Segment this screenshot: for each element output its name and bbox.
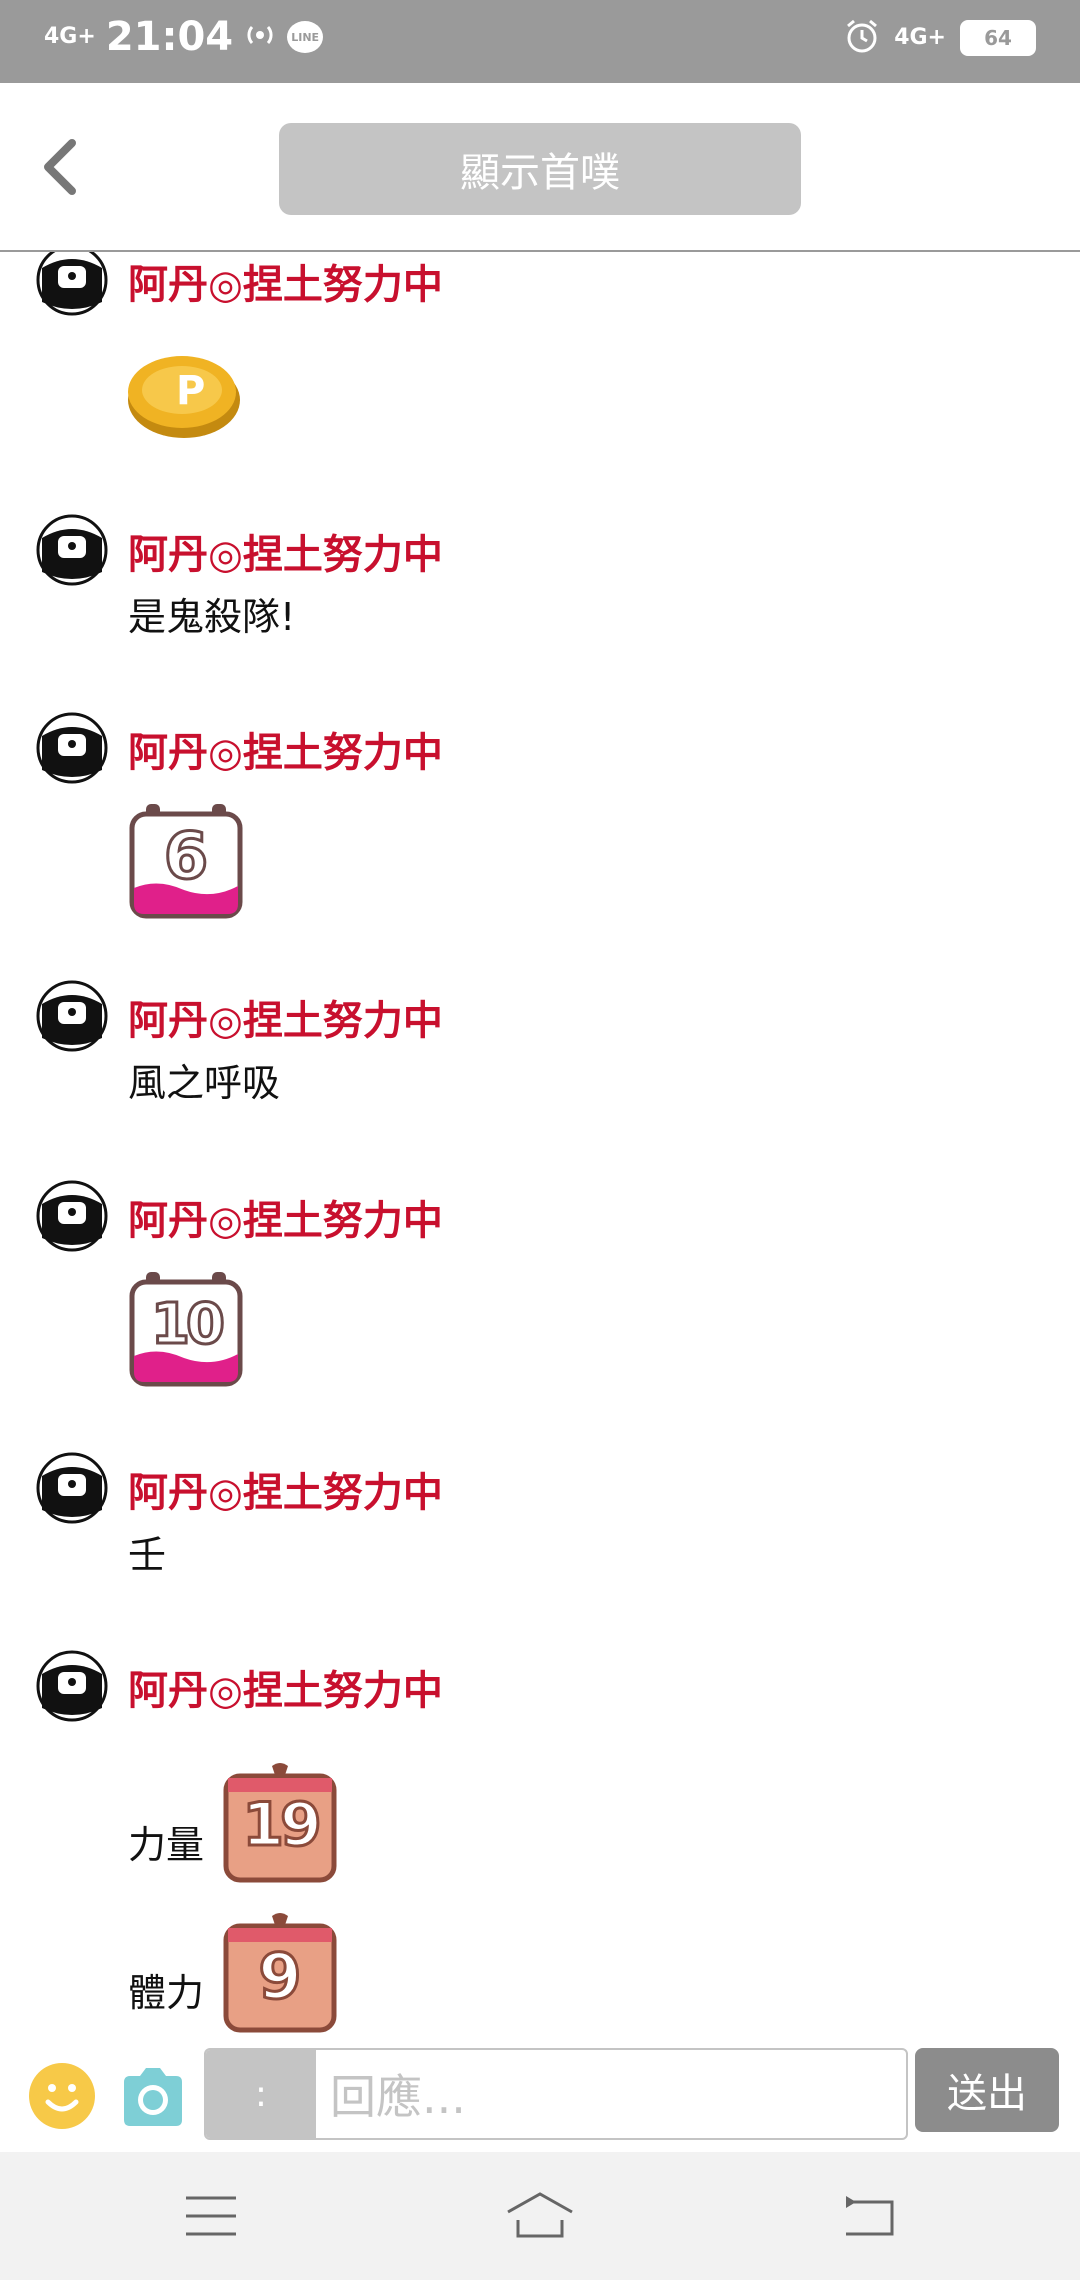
author-name[interactable]: 阿丹◎捏土努力中 <box>128 1658 443 1716</box>
reply-bar: : 回應... 送出 <box>0 2040 1080 2152</box>
author-name[interactable]: 阿丹◎捏土努力中 <box>128 252 443 310</box>
chevron-left-icon <box>44 139 76 195</box>
avatar[interactable] <box>36 514 108 586</box>
show-first-plurk-button[interactable]: 顯示首噗 <box>279 123 801 215</box>
dice-sticker: 6 <box>128 800 244 920</box>
dice-sticker: 19 <box>222 1762 338 1884</box>
alarm-icon <box>844 18 880 58</box>
avatar[interactable] <box>36 980 108 1052</box>
clock: 21:04 <box>105 14 234 60</box>
response-text: 壬 <box>128 1533 167 1577</box>
menu-icon[interactable] <box>184 2194 238 2238</box>
battery-indicator: 64 <box>960 20 1036 56</box>
response-feed: 阿丹◎捏土努力中 P 阿丹◎捏土努力中 是鬼殺隊! 阿丹◎捏土努力中 6 阿丹◎… <box>0 252 1080 2042</box>
dice-sticker: 10 <box>128 1268 244 1388</box>
signal-4g-right-indicator: 4G+ <box>894 25 946 50</box>
avatar[interactable] <box>36 1650 108 1722</box>
header: 顯示首噗 <box>0 83 1080 252</box>
author-name[interactable]: 阿丹◎捏土努力中 <box>128 522 443 580</box>
dice-sticker: 9 <box>222 1912 338 2034</box>
status-bar: 4G+ 21:04 LINE 4G+ 64 <box>0 0 1080 83</box>
line-app-icon: LINE <box>287 21 324 53</box>
qualifier-selector[interactable]: : <box>206 2050 316 2138</box>
system-nav-bar <box>0 2152 1080 2280</box>
emoticon-button[interactable] <box>28 2062 96 2130</box>
signal-4g-indicator: 4G+ <box>44 24 96 49</box>
p-coin-sticker: P <box>128 356 240 438</box>
send-button[interactable]: 送出 <box>915 2048 1059 2132</box>
avatar[interactable] <box>36 1180 108 1252</box>
stat-label-constitution: 體力 <box>128 1971 205 2015</box>
svg-text:P: P <box>176 368 205 414</box>
camera-button[interactable] <box>118 2064 188 2128</box>
avatar[interactable] <box>36 252 108 316</box>
avatar[interactable] <box>36 712 108 784</box>
author-name[interactable]: 阿丹◎捏土努力中 <box>128 720 443 778</box>
reply-field[interactable]: : 回應... <box>204 2048 908 2140</box>
reply-input[interactable]: 回應... <box>316 2050 466 2138</box>
hotspot-icon <box>243 21 277 53</box>
back-button[interactable] <box>36 135 84 199</box>
response-text: 風之呼吸 <box>128 1061 281 1105</box>
avatar[interactable] <box>36 1452 108 1524</box>
back-nav-icon[interactable] <box>842 2194 896 2238</box>
author-name[interactable]: 阿丹◎捏土努力中 <box>128 1188 443 1246</box>
stat-label-strength: 力量 <box>128 1823 205 1867</box>
response-text: 是鬼殺隊! <box>128 595 296 639</box>
author-name[interactable]: 阿丹◎捏土努力中 <box>128 988 443 1046</box>
home-icon[interactable] <box>504 2190 576 2240</box>
author-name[interactable]: 阿丹◎捏土努力中 <box>128 1460 443 1518</box>
